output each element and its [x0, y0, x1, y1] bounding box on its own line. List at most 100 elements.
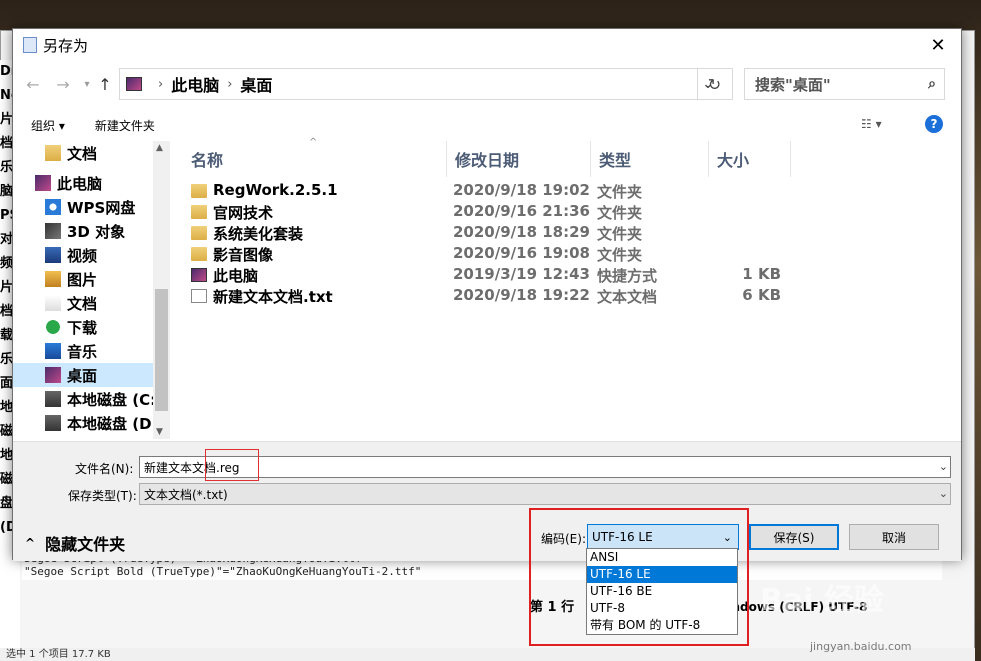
nav-item-8[interactable]: 音乐	[13, 339, 153, 363]
nav-item-2[interactable]: WPS网盘	[13, 195, 153, 219]
hide-folders-toggle[interactable]: ^ 隐藏文件夹	[25, 531, 125, 555]
column-header-name[interactable]: 名称	[183, 141, 447, 177]
chevron-down-icon[interactable]: ⌄	[939, 460, 948, 473]
refresh-button[interactable]: ↻	[697, 68, 731, 100]
file-date: 2020/9/18 19:22	[453, 286, 590, 304]
file-row[interactable]: 影音图像 2020/9/16 19:08 文件夹	[183, 244, 943, 265]
file-name: 此电脑	[213, 267, 259, 285]
file-type: 文件夹	[597, 225, 643, 243]
nav-item-0[interactable]: 文档	[13, 141, 153, 165]
nav-item-label: 图片	[67, 270, 98, 289]
file-type: 文件夹	[597, 204, 643, 222]
close-button[interactable]: ✕	[915, 29, 961, 61]
address-bar[interactable]: › 此电脑 › 桌面 ⌄	[119, 68, 733, 100]
document-icon	[45, 295, 61, 311]
chevron-right-icon: ›	[158, 76, 164, 92]
file-date: 2020/9/16 19:08	[453, 244, 590, 262]
nav-item-9[interactable]: 桌面	[13, 363, 153, 387]
folder-icon	[191, 226, 207, 240]
cube-icon	[45, 223, 61, 239]
drive-icon	[45, 391, 61, 407]
file-row[interactable]: 此电脑 2019/3/19 12:43 快捷方式 1 KB	[183, 265, 943, 286]
file-row[interactable]: 新建文本文档.txt 2020/9/18 19:22 文本文档 6 KB	[183, 286, 943, 307]
file-date: 2020/9/16 21:36	[453, 202, 590, 220]
download-icon	[45, 319, 61, 335]
nav-item-label: 本地磁盘 (D:	[67, 414, 158, 433]
folder-icon	[45, 145, 61, 161]
dialog-title: 另存为	[43, 36, 89, 55]
file-type: 文件夹	[597, 246, 643, 264]
file-name: RegWork.2.5.1	[213, 181, 338, 199]
hide-folders-label: 隐藏文件夹	[45, 535, 126, 554]
organize-button[interactable]: 组织 ▾	[31, 117, 65, 134]
music-icon	[45, 343, 61, 359]
search-placeholder: 搜索"桌面"	[755, 75, 831, 94]
file-row[interactable]: RegWork.2.5.1 2020/9/18 19:02 文件夹	[183, 181, 943, 202]
file-name: 新建文本文档.txt	[213, 288, 333, 306]
video-icon	[45, 247, 61, 263]
navigation-pane: 文档 此电脑 WPS网盘 3D 对象 视频 图片 文档 下载 音乐 桌面 本地磁盘 (C: 本地磁盘 …	[13, 141, 170, 439]
nav-item-label: 音乐	[67, 342, 98, 361]
column-header-type[interactable]: 类型	[591, 141, 709, 177]
new-folder-button[interactable]: 新建文件夹	[95, 117, 155, 134]
chevron-up-icon: ^	[25, 536, 36, 550]
computer-icon	[126, 77, 142, 91]
scrollbar-thumb[interactable]	[155, 289, 168, 411]
nav-item-11[interactable]: 本地磁盘 (D:	[13, 411, 158, 435]
highlight-box-encoding	[529, 508, 749, 646]
scroll-up-icon[interactable]: ▲	[156, 143, 163, 153]
nav-item-label: WPS网盘	[67, 198, 136, 217]
file-date: 2019/3/19 12:43	[453, 265, 590, 283]
scroll-down-icon[interactable]: ▼	[156, 427, 163, 437]
file-type: 快捷方式	[597, 267, 658, 285]
folder-icon	[191, 247, 207, 261]
watermark-logo: Bai 经验	[760, 583, 884, 618]
toolbar: 组织 ▾ 新建文件夹 ☷ ▾ ?	[13, 111, 961, 139]
up-button[interactable]: ↑	[93, 71, 117, 97]
filetype-value: 文本文档(*.txt)	[144, 487, 228, 502]
filename-field[interactable]: 新建文本文档.reg ⌄	[139, 456, 951, 478]
filetype-select[interactable]: 文本文档(*.txt) ⌄	[139, 483, 951, 505]
nav-item-label: 下载	[67, 318, 98, 337]
file-name: 官网技术	[213, 204, 274, 222]
watermark-url: jingyan.baidu.com	[810, 640, 912, 653]
cloud-icon	[45, 199, 61, 215]
text-file-icon	[191, 289, 207, 303]
notepad-icon	[23, 37, 37, 53]
folder-icon	[191, 184, 207, 198]
nav-item-label: 文档	[67, 144, 98, 163]
nav-item-3[interactable]: 3D 对象	[13, 219, 153, 243]
nav-item-7[interactable]: 下载	[13, 315, 153, 339]
nav-item-10[interactable]: 本地磁盘 (C:	[13, 387, 156, 411]
nav-item-4[interactable]: 视频	[13, 243, 153, 267]
back-button[interactable]: ←	[21, 71, 45, 97]
search-input[interactable]: 搜索"桌面" ⌕	[744, 68, 945, 100]
breadcrumb-computer[interactable]: 此电脑	[171, 72, 219, 96]
forward-button[interactable]: →	[51, 71, 75, 97]
nav-item-1[interactable]: 此电脑	[13, 171, 153, 195]
file-name: 影音图像	[213, 246, 274, 264]
filetype-label: 保存类型(T):	[68, 489, 137, 503]
file-size: 6 KB	[742, 286, 781, 304]
navigation-scrollbar[interactable]: ▲ ▼	[153, 141, 170, 439]
column-header-date[interactable]: 修改日期	[447, 141, 591, 177]
shortcut-icon	[191, 268, 207, 282]
help-icon[interactable]: ?	[925, 115, 943, 133]
nav-item-5[interactable]: 图片	[13, 267, 153, 291]
cancel-button[interactable]: 取消	[849, 524, 939, 550]
drive-icon	[45, 415, 61, 431]
save-button[interactable]: 保存(S)	[749, 524, 839, 550]
view-options-icon[interactable]: ☷ ▾	[861, 117, 882, 131]
desktop-icon	[45, 367, 61, 383]
search-icon: ⌕	[928, 76, 936, 92]
folder-icon	[191, 205, 207, 219]
chevron-down-icon[interactable]: ⌄	[939, 487, 948, 500]
file-type: 文本文档	[597, 288, 658, 306]
file-date: 2020/9/18 19:02	[453, 181, 590, 199]
file-row[interactable]: 系统美化套装 2020/9/18 18:29 文件夹	[183, 223, 943, 244]
file-row[interactable]: 官网技术 2020/9/16 21:36 文件夹	[183, 202, 943, 223]
breadcrumb-desktop[interactable]: 桌面	[240, 72, 272, 96]
column-header-size[interactable]: 大小	[709, 141, 791, 177]
nav-item-6[interactable]: 文档	[13, 291, 153, 315]
navigation-bar: ← → ▾ ↑ › 此电脑 › 桌面 ⌄ ↻ 搜索"桌面" ⌕	[13, 67, 961, 101]
